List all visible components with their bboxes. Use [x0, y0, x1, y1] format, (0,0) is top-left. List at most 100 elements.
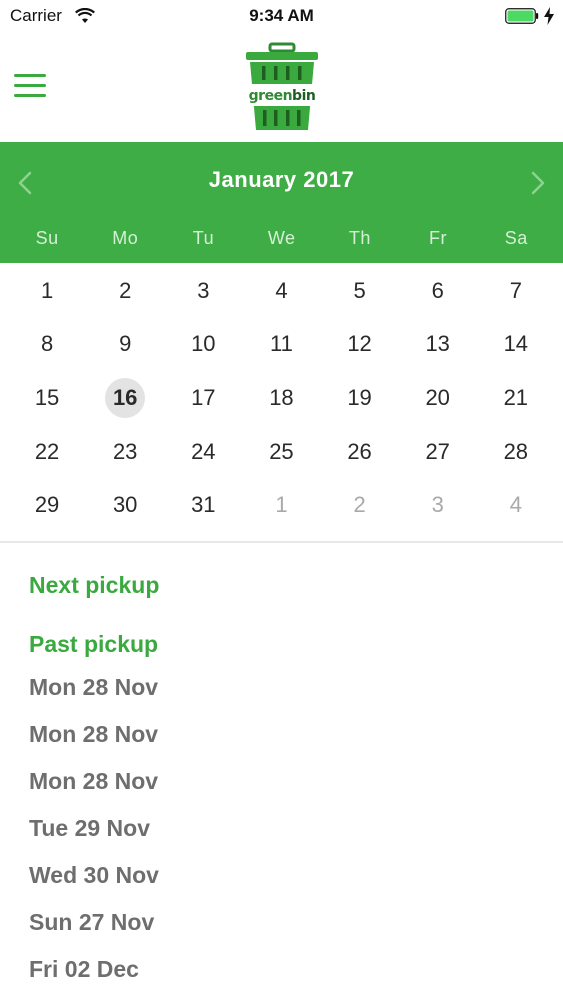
calendar-day-other-month[interactable]: 2	[321, 478, 399, 532]
calendar-day[interactable]: 15	[8, 371, 86, 425]
calendar-day[interactable]: 30	[86, 478, 164, 532]
calendar-day[interactable]: 29	[8, 478, 86, 532]
calendar-day[interactable]: 23	[86, 425, 164, 479]
calendar-day-number: 15	[34, 384, 60, 410]
calendar-day-number: 8	[40, 331, 54, 357]
calendar-day[interactable]: 28	[477, 425, 555, 479]
past-pickup-item: Mon 28 Nov	[29, 674, 159, 700]
calendar-day-number: 10	[191, 331, 216, 357]
calendar-day-number: 17	[191, 384, 216, 410]
calendar-day[interactable]: 6	[399, 264, 477, 318]
section-divider	[0, 541, 563, 543]
calendar-day-number: 3	[197, 277, 210, 303]
calendar-day[interactable]: 17	[164, 371, 242, 425]
weekday-label: We	[267, 228, 296, 248]
calendar-grid: 1 2 3 4 5 6 7 8 9 10 11 12 13 14 15 16 17 18 19 20 21 22 23 24 2…	[8, 264, 555, 532]
calendar-day-number: 26	[347, 438, 372, 464]
greenbin-logo: greenbin	[242, 42, 322, 132]
calendar-day-number: 6	[431, 277, 444, 303]
weekday-label: Su	[35, 228, 59, 248]
next-pickup-title: Next pickup	[29, 572, 160, 598]
past-pickup-item: Fri 02 Dec	[29, 956, 139, 982]
status-bar: Carrier 9:34 AM	[0, 0, 563, 32]
calendar-day-number: 5	[353, 277, 366, 303]
calendar-day[interactable]: 14	[477, 318, 555, 372]
calendar-day-number: 19	[347, 384, 372, 410]
calendar-week-row: 29 30 31 1 2 3 4	[8, 478, 555, 532]
calendar-day[interactable]: 20	[399, 371, 477, 425]
past-pickup-item: Wed 30 Nov	[29, 862, 159, 888]
calendar-day-number: 25	[269, 438, 294, 464]
calendar-day-number: 13	[425, 331, 450, 357]
calendar-day[interactable]: 13	[399, 318, 477, 372]
calendar-day-number: 1	[275, 492, 288, 518]
calendar-day-other-month[interactable]: 4	[477, 478, 555, 532]
calendar-week-row: 15 16 17 18 19 20 21	[8, 371, 555, 425]
weekday-label: Tu	[192, 228, 215, 248]
calendar-day-number: 12	[347, 331, 372, 357]
calendar-day-number: 4	[275, 277, 288, 303]
weekday-label: Sa	[504, 228, 528, 248]
calendar-day[interactable]: 12	[321, 318, 399, 372]
past-pickup-item: Mon 28 Nov	[29, 768, 159, 794]
calendar-day-number: 31	[191, 492, 216, 518]
calendar-day[interactable]: 26	[321, 425, 399, 479]
hamburger-menu-icon[interactable]	[14, 74, 46, 100]
weekday-label: Th	[348, 228, 371, 248]
calendar-header: January 2017 Su Mo Tu We Th Fr Sa	[0, 142, 563, 263]
calendar-day-number: 11	[270, 331, 293, 357]
calendar-day[interactable]: 22	[8, 425, 86, 479]
weekday-label: Fr	[429, 228, 448, 248]
calendar-day-number: 24	[191, 438, 216, 464]
pickup-section: Next pickup Past pickup Mon 28 Nov Mon 2…	[29, 572, 549, 996]
calendar-day[interactable]: 27	[399, 425, 477, 479]
calendar-day[interactable]: 11	[242, 318, 320, 372]
calendar-day-number: 3	[431, 492, 444, 518]
logo-word-bin: bin	[292, 88, 316, 104]
trash-bin-logo-icon	[244, 42, 320, 130]
calendar-day-number: 9	[119, 331, 132, 357]
calendar-day-selected[interactable]: 16	[86, 371, 164, 425]
weekday-row: Su Mo Tu We Th Fr Sa	[0, 228, 563, 252]
calendar-day[interactable]: 3	[164, 264, 242, 318]
calendar-day-number: 2	[353, 492, 366, 518]
calendar-day[interactable]: 9	[86, 318, 164, 372]
calendar-day-number: 18	[269, 384, 294, 410]
calendar-day-other-month[interactable]: 3	[399, 478, 477, 532]
past-pickup-item: Tue 29 Nov	[29, 815, 150, 841]
calendar-day[interactable]: 31	[164, 478, 242, 532]
month-title: January 2017	[208, 167, 355, 192]
calendar-day-number: 29	[34, 492, 60, 518]
logo-word-green: green	[248, 88, 293, 104]
calendar-day[interactable]: 7	[477, 264, 555, 318]
calendar-day-other-month[interactable]: 1	[242, 478, 320, 532]
calendar-day[interactable]: 21	[477, 371, 555, 425]
calendar-day-number: 1	[40, 277, 54, 303]
calendar-week-row: 22 23 24 25 26 27 28	[8, 425, 555, 479]
calendar-week-row: 8 9 10 11 12 13 14	[8, 318, 555, 372]
calendar-day-number: 20	[425, 384, 450, 410]
calendar-day[interactable]: 18	[242, 371, 320, 425]
past-pickup-item: Mon 28 Nov	[29, 721, 159, 747]
calendar-day[interactable]: 1	[8, 264, 86, 318]
weekday-label: Mo	[112, 228, 139, 248]
calendar-day[interactable]: 25	[242, 425, 320, 479]
past-pickup-title: Past pickup	[29, 631, 159, 657]
calendar-day[interactable]: 19	[321, 371, 399, 425]
past-pickup-item: Sun 27 Nov	[29, 909, 155, 935]
calendar-day[interactable]: 5	[321, 264, 399, 318]
calendar-day-number: 4	[509, 492, 522, 518]
chevron-right-icon[interactable]	[525, 170, 549, 196]
calendar-day[interactable]: 10	[164, 318, 242, 372]
calendar-divider	[8, 261, 555, 263]
calendar-day-number: 21	[503, 384, 529, 410]
charging-bolt-icon	[544, 7, 554, 25]
calendar-day-number: 27	[425, 438, 450, 464]
calendar-day[interactable]: 4	[242, 264, 320, 318]
logo-wordmark: greenbin	[242, 88, 322, 104]
calendar-day[interactable]: 24	[164, 425, 242, 479]
calendar-day[interactable]: 8	[8, 318, 86, 372]
calendar-week-row: 1 2 3 4 5 6 7	[8, 264, 555, 318]
battery-icon	[505, 8, 539, 24]
calendar-day[interactable]: 2	[86, 264, 164, 318]
